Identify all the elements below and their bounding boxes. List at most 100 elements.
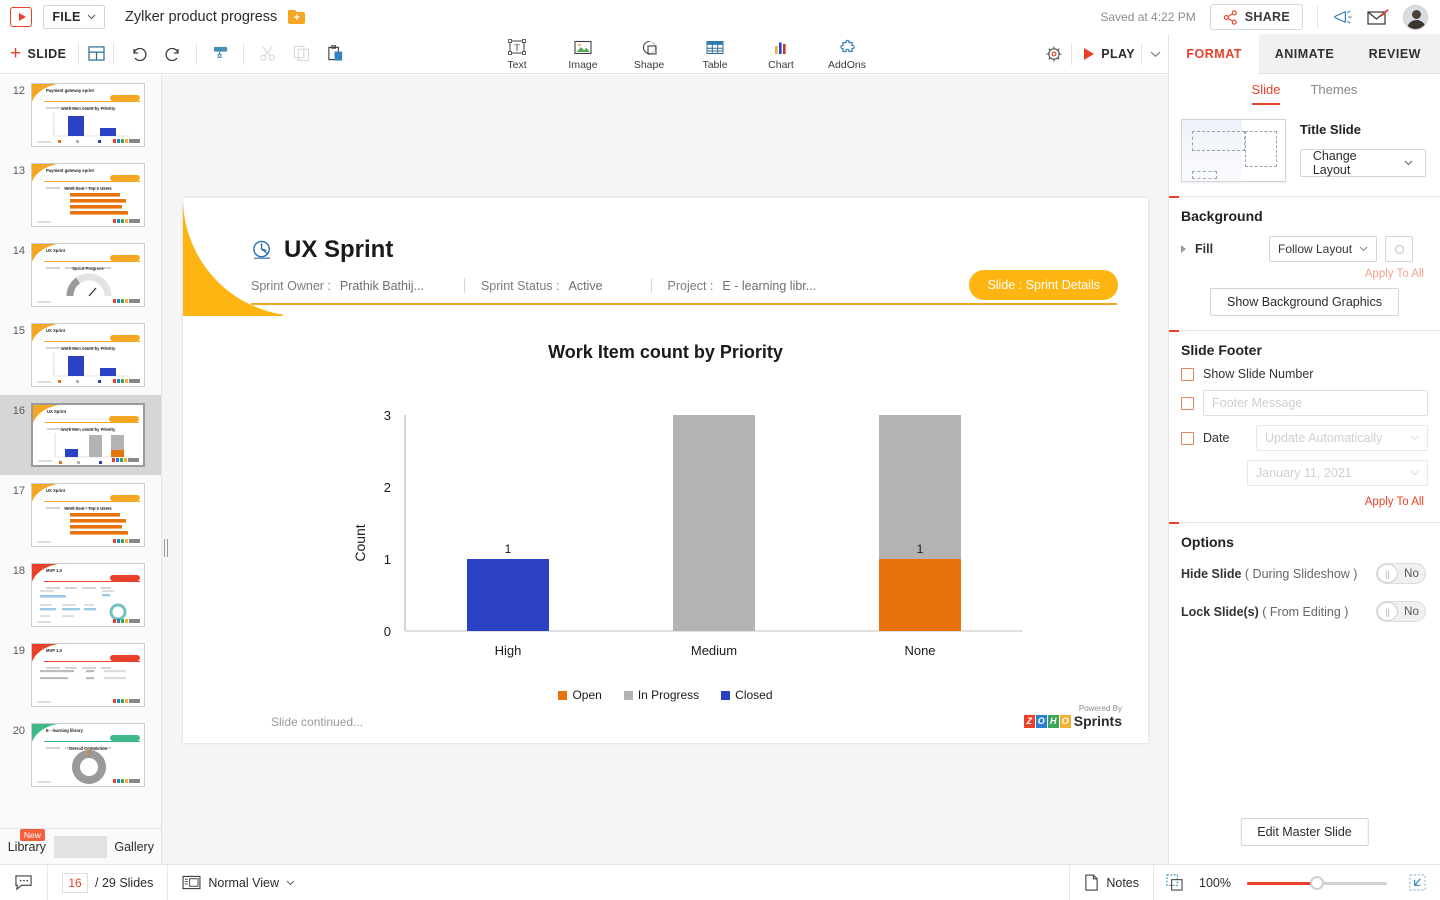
cut-icon[interactable] xyxy=(250,37,284,71)
active-slide[interactable]: UX Sprint Sprint Owner : Prathik Bathij.… xyxy=(183,198,1148,743)
x-tick-label: Medium xyxy=(691,643,737,658)
slide-thumbnail-15[interactable]: 15 UX Sprint Work Item count by Priority xyxy=(0,315,161,395)
slide-thumbnail-17[interactable]: 17 UX Sprint Work Item - Top 5 Users xyxy=(0,475,161,555)
slide-preview[interactable]: MVP 1.0 xyxy=(31,643,145,707)
slide-thumbnail-18[interactable]: 18 MVP 1.0 xyxy=(0,555,161,635)
change-layout-button[interactable]: Change Layout xyxy=(1299,149,1426,177)
paste-icon[interactable] xyxy=(318,37,352,71)
document-title[interactable]: Zylker product progress xyxy=(125,9,277,25)
tab-format[interactable]: FORMAT xyxy=(1169,34,1260,74)
slide-number: 12 xyxy=(12,85,25,97)
divider xyxy=(53,835,108,858)
slide-title[interactable]: UX Sprint xyxy=(284,236,393,264)
layout-icon[interactable] xyxy=(79,37,113,71)
slide-thumbnail-20[interactable]: 20 E - learning library Overall Completion xyxy=(0,715,161,795)
normal-view-icon xyxy=(182,875,201,890)
zoom-slider-knob[interactable] xyxy=(1310,875,1324,890)
play-options-dropdown[interactable] xyxy=(1142,37,1168,71)
notes-button[interactable]: Notes xyxy=(1070,865,1153,900)
zoom-control[interactable]: 100% xyxy=(1195,865,1401,900)
show-background-graphics-button[interactable]: Show Background Graphics xyxy=(1210,288,1399,316)
date-mode-select[interactable]: Update Automatically xyxy=(1256,425,1428,451)
lock-slide-toggle[interactable]: || No xyxy=(1376,601,1426,622)
feedback-mail-icon[interactable] xyxy=(1367,8,1389,26)
fit-to-screen-button[interactable] xyxy=(1401,865,1440,900)
slide-footer-heading: Slide Footer xyxy=(1181,342,1262,358)
slide-preview[interactable]: Payment gateway sprint Work Item - Top 5 … xyxy=(31,163,145,227)
zoho-show-logo[interactable] xyxy=(10,7,32,27)
file-menu-button[interactable]: FILE xyxy=(43,5,105,29)
insert-table-button[interactable]: Table xyxy=(693,38,737,71)
slide-preview[interactable]: Payment gateway sprint Work Item count by… xyxy=(31,83,145,147)
insert-shape-button[interactable]: Shape xyxy=(627,38,671,71)
insert-chart-label: Chart xyxy=(768,58,794,71)
footer-message-checkbox[interactable] xyxy=(1181,396,1194,410)
panel-resize-handle[interactable] xyxy=(163,537,169,559)
undo-icon[interactable] xyxy=(122,37,156,71)
zoom-slider[interactable] xyxy=(1247,875,1387,890)
date-checkbox[interactable] xyxy=(1181,431,1194,445)
slide-thumbnail-19[interactable]: 19 MVP 1.0 xyxy=(0,635,161,715)
slide-preview[interactable]: UX Sprint Work Item - Top 5 Users xyxy=(31,483,145,547)
guides-button[interactable] xyxy=(1154,865,1195,900)
slide-thumbnail-16[interactable]: 16 UX Sprint Work Item count by Priority xyxy=(0,395,161,475)
footer-message-input[interactable] xyxy=(1203,390,1428,416)
edit-master-slide-button[interactable]: Edit Master Slide xyxy=(1240,818,1369,846)
share-button[interactable]: SHARE xyxy=(1209,4,1303,30)
slide-preview[interactable]: UX Sprint Work Item count by Priority xyxy=(31,403,145,467)
chart[interactable]: 0 1 2 3 Count High Medium None 1 1 xyxy=(183,383,1148,673)
slide-canvas-area[interactable]: UX Sprint Sprint Owner : Prathik Bathij.… xyxy=(162,75,1168,864)
layout-preview-thumbnail[interactable] xyxy=(1181,119,1286,182)
slide-thumbnail-13[interactable]: 13 Payment gateway sprint Work Item - Top … xyxy=(0,155,161,235)
add-slide-button[interactable]: + SLIDE xyxy=(0,44,78,63)
slide-list[interactable]: 12 Payment gateway sprint Work Item count … xyxy=(0,75,161,828)
chevron-down-icon xyxy=(1359,246,1368,252)
slide-type-tag: Slide : Sprint Details xyxy=(969,270,1118,300)
current-slide-input[interactable]: 16 xyxy=(62,872,88,893)
redo-icon[interactable] xyxy=(156,37,190,71)
divider xyxy=(113,42,115,65)
view-mode-selector[interactable]: Normal View xyxy=(168,865,309,900)
play-button[interactable]: PLAY xyxy=(1072,47,1141,61)
slide-preview[interactable]: UX Sprint Sprint Progress xyxy=(31,243,145,307)
insert-text-button[interactable]: T Text xyxy=(495,38,539,71)
copy-icon[interactable] xyxy=(284,37,318,71)
view-mode-label: Normal View xyxy=(208,875,279,890)
announcements-icon[interactable] xyxy=(1332,8,1353,26)
tab-review[interactable]: REVIEW xyxy=(1349,34,1440,74)
footer-apply-to-all[interactable]: Apply To All xyxy=(1169,486,1440,508)
slide-preview[interactable]: E - learning library Overall Completion xyxy=(31,723,145,787)
user-avatar[interactable] xyxy=(1403,4,1428,30)
subtab-themes[interactable]: Themes xyxy=(1310,82,1357,105)
slide-preview[interactable]: UX Sprint Work Item count by Priority xyxy=(31,323,145,387)
hide-slide-toggle[interactable]: || No xyxy=(1376,563,1426,584)
hide-slide-row: Hide Slide ( During Slideshow ) || No xyxy=(1169,550,1440,584)
tab-animate[interactable]: ANIMATE xyxy=(1259,34,1350,74)
slide-continued-text: Slide continued... xyxy=(271,715,364,729)
play-label: PLAY xyxy=(1101,47,1135,61)
move-to-folder-icon[interactable]: + xyxy=(288,10,306,24)
chart-svg: 0 1 2 3 Count High Medium None 1 1 xyxy=(352,408,1023,658)
library-button[interactable]: New Library xyxy=(0,828,54,854)
background-apply-to-all[interactable]: Apply To All xyxy=(1169,262,1440,280)
legend-item: Closed xyxy=(721,688,773,702)
slide-thumbnail-14[interactable]: 14 UX Sprint Sprint Progress xyxy=(0,235,161,315)
sprints-wordmark: Sprints xyxy=(1073,713,1122,729)
settings-gear-icon[interactable] xyxy=(1037,37,1071,71)
insert-chart-button[interactable]: Chart xyxy=(759,38,803,71)
status-bar-right: Notes 100% xyxy=(1069,864,1440,900)
show-slide-number-checkbox[interactable] xyxy=(1181,367,1194,381)
fill-color-swatch[interactable] xyxy=(1385,236,1413,262)
slide-preview[interactable]: MVP 1.0 xyxy=(31,563,145,627)
gallery-button[interactable]: Gallery xyxy=(107,840,161,854)
format-painter-icon[interactable] xyxy=(203,37,237,71)
slide-thumbnail-12[interactable]: 12 Payment gateway sprint Work Item count … xyxy=(0,75,161,155)
slide-title-row: UX Sprint xyxy=(251,236,816,264)
comment-button[interactable] xyxy=(0,865,47,900)
date-value-select[interactable]: January 11, 2021 xyxy=(1247,460,1428,486)
insert-addons-button[interactable]: AddOns xyxy=(825,38,869,71)
expand-fill-icon[interactable] xyxy=(1181,245,1186,253)
insert-image-button[interactable]: Image xyxy=(561,38,605,71)
fill-select[interactable]: Follow Layout xyxy=(1269,236,1377,262)
subtab-slide[interactable]: Slide xyxy=(1251,82,1281,105)
